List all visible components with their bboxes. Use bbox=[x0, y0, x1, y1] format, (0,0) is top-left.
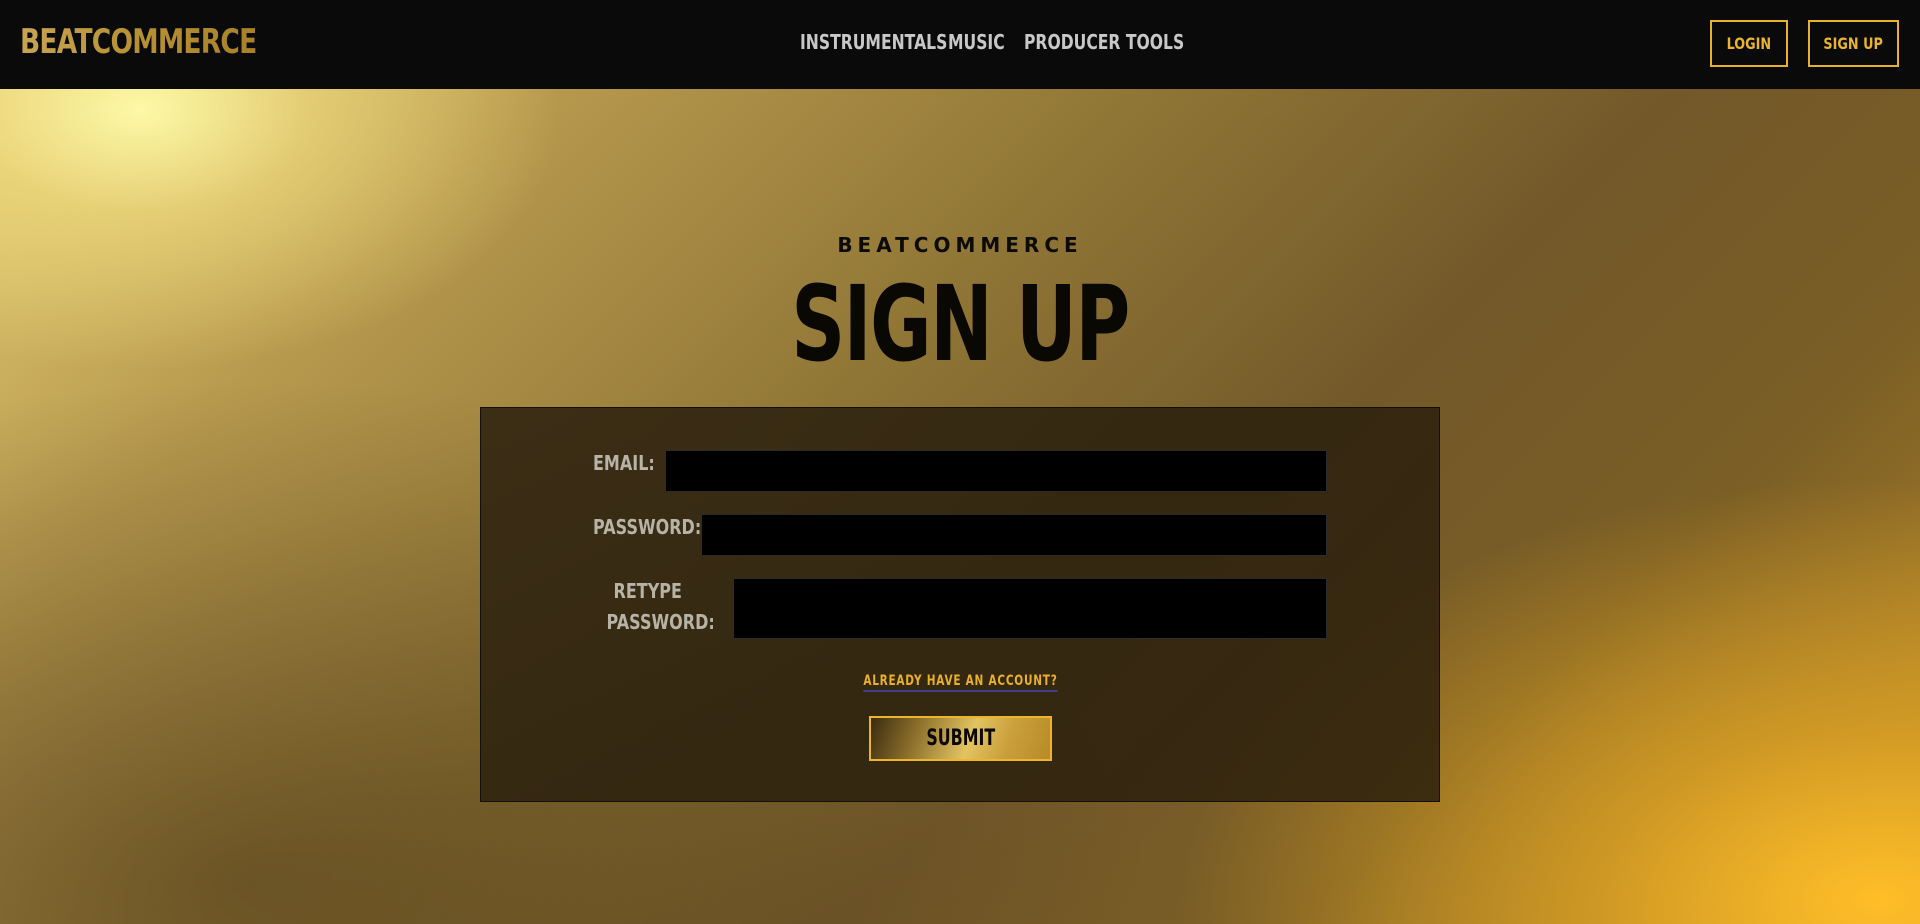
retype-password-field[interactable] bbox=[733, 578, 1327, 639]
nav-link-music[interactable]: MUSIC bbox=[948, 30, 1005, 54]
retype-label-line2: PASSWORD: bbox=[606, 610, 715, 634]
main-nav: INSTRUMENTALS MUSIC PRODUCER TOOLS bbox=[800, 30, 1184, 54]
hero-brand-text: BEATCOMMERCE bbox=[837, 233, 1083, 257]
top-navbar: BEATCOMMERCE INSTRUMENTALS MUSIC PRODUCE… bbox=[0, 0, 1920, 89]
signup-form: EMAIL: PASSWORD: RETYPE PASSWORD: ALREAD… bbox=[480, 407, 1440, 802]
already-account-row: ALREADY HAVE AN ACCOUNT? bbox=[481, 672, 1439, 692]
page-title: SIGN UP bbox=[791, 263, 1130, 385]
password-field[interactable] bbox=[701, 514, 1327, 556]
signup-button[interactable]: SIGN UP bbox=[1808, 20, 1899, 67]
nav-link-instrumentals[interactable]: INSTRUMENTALS bbox=[800, 30, 947, 54]
signup-button-label: SIGN UP bbox=[1823, 34, 1884, 53]
retype-label-line1: RETYPE bbox=[613, 579, 683, 603]
already-have-account-link[interactable]: ALREADY HAVE AN ACCOUNT? bbox=[862, 673, 1058, 692]
retype-password-label: RETYPE PASSWORD: bbox=[593, 576, 715, 638]
email-label: EMAIL: bbox=[593, 451, 655, 475]
submit-button-label: SUBMIT bbox=[926, 726, 995, 751]
login-button-label: LOGIN bbox=[1726, 34, 1772, 53]
brand-logo[interactable]: BEATCOMMERCE bbox=[20, 22, 257, 62]
email-field[interactable] bbox=[665, 450, 1327, 492]
nav-link-producer-tools[interactable]: PRODUCER TOOLS bbox=[1024, 30, 1184, 54]
submit-button[interactable]: SUBMIT bbox=[869, 716, 1052, 761]
login-button[interactable]: LOGIN bbox=[1710, 20, 1788, 67]
